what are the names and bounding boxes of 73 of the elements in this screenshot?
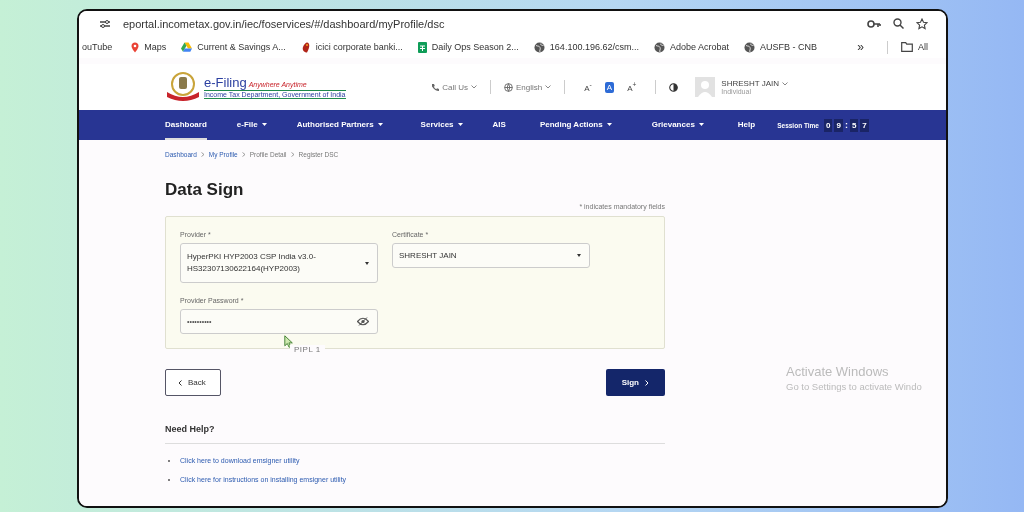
user-name-menu[interactable]: SHRESHT JAIN	[721, 79, 788, 88]
call-us-menu[interactable]: Call Us	[442, 82, 477, 92]
caret-icon	[377, 122, 383, 126]
bookmark-link[interactable]: icici corporate banki...	[315, 42, 403, 52]
map-pin-icon[interactable]	[131, 41, 140, 53]
language-menu[interactable]: English	[515, 82, 552, 92]
nav-tab[interactable]: Authorised Partners	[296, 110, 383, 140]
url-field[interactable]: eportal.incometax.gov.in/iec/foservices/#/dashboard/myProfile/dsc	[123, 17, 445, 30]
chevron-icon	[200, 152, 205, 157]
more-bookmarks-button[interactable]: »	[857, 40, 864, 54]
caret-icon	[606, 122, 612, 126]
caret-icon	[782, 81, 788, 86]
certificate-select[interactable]: SHRESHT JAIN	[392, 243, 590, 268]
activation-notice-title: Activate Windows	[786, 364, 890, 379]
bookmark-link[interactable]: Daily Ops Season 2...	[431, 42, 519, 52]
sign-button[interactable]: Sign	[605, 369, 665, 396]
timer-digit: 7	[860, 118, 869, 132]
contrast-icon[interactable]	[669, 82, 679, 92]
bookmark-link[interactable]: 164.100.196.62/csm...	[549, 42, 639, 52]
nav-tab[interactable]: Help	[737, 110, 756, 140]
dropdown-arrow-icon	[577, 254, 581, 257]
timer-digit: 0	[824, 118, 833, 132]
globe-icon[interactable]	[743, 41, 755, 53]
caret-icon	[698, 122, 704, 126]
zoom-icon[interactable]	[893, 18, 904, 29]
nav-tab[interactable]: AIS	[492, 110, 506, 140]
bookmark-link[interactable]: AUSFB - CNB	[759, 42, 817, 52]
bookmark-link[interactable]: Maps	[144, 42, 167, 52]
emblem-logo-icon[interactable]	[165, 72, 201, 102]
page-title: Data Sign	[165, 180, 245, 200]
drive-icon[interactable]	[181, 42, 193, 52]
folder-icon[interactable]	[901, 42, 913, 52]
nav-tab[interactable]: Services	[420, 110, 463, 140]
all-bookmarks-link[interactable]: All	[918, 42, 928, 52]
cursor-icon	[284, 335, 294, 348]
phone-icon	[431, 83, 440, 91]
back-button[interactable]: Back	[165, 369, 221, 396]
timer-separator: :	[844, 120, 848, 130]
star-icon[interactable]	[916, 17, 928, 30]
font-size-button[interactable]: A$^{-}$	[582, 80, 594, 94]
device-tag: PIPL 1	[290, 345, 325, 354]
caret-icon	[545, 85, 552, 89]
chevron-icon	[645, 379, 649, 386]
nav-tab[interactable]: Grievances	[651, 110, 704, 140]
eye-icon[interactable]	[357, 317, 369, 326]
help-heading: Need Help?	[165, 424, 216, 434]
chevron-icon	[290, 152, 295, 157]
bank-logo-icon[interactable]	[300, 41, 311, 53]
globe-icon	[503, 82, 513, 92]
bookmark-link[interactable]: Adobe Acrobat	[669, 42, 729, 52]
provider-select[interactable]: HyperPKI HYP2003 CSP India v3.0-HS32307130622164(HYP2003)	[180, 243, 378, 283]
timer-digit: 9	[834, 118, 843, 132]
font-size-button[interactable]: A$^{+}$	[625, 80, 639, 94]
nav-tab[interactable]: Pending Actions	[539, 110, 612, 140]
spreadsheet-icon[interactable]	[417, 41, 427, 53]
globe-icon[interactable]	[533, 41, 545, 53]
chevron-icon	[241, 152, 246, 157]
activation-notice-text: Go to Settings to activate Windo	[786, 381, 922, 392]
nav-tab[interactable]: Dashboard	[165, 110, 207, 140]
timer-digit: 5	[849, 118, 859, 132]
bookmark-link[interactable]: ouTube	[82, 42, 113, 52]
bookmark-link[interactable]: Current & Savings A...	[197, 42, 286, 52]
globe-icon[interactable]	[653, 41, 665, 53]
chevron-icon	[178, 379, 182, 386]
caret-icon	[457, 122, 463, 126]
site-settings-icon[interactable]	[99, 18, 111, 29]
logo-title: e-Filing	[204, 75, 247, 90]
caret-icon	[470, 85, 477, 89]
nav-tab[interactable]: e-File	[236, 110, 267, 140]
caret-icon	[261, 122, 267, 126]
dropdown-arrow-icon	[365, 261, 369, 265]
font-size-button[interactable]: A	[604, 81, 615, 93]
key-icon[interactable]	[867, 19, 881, 28]
